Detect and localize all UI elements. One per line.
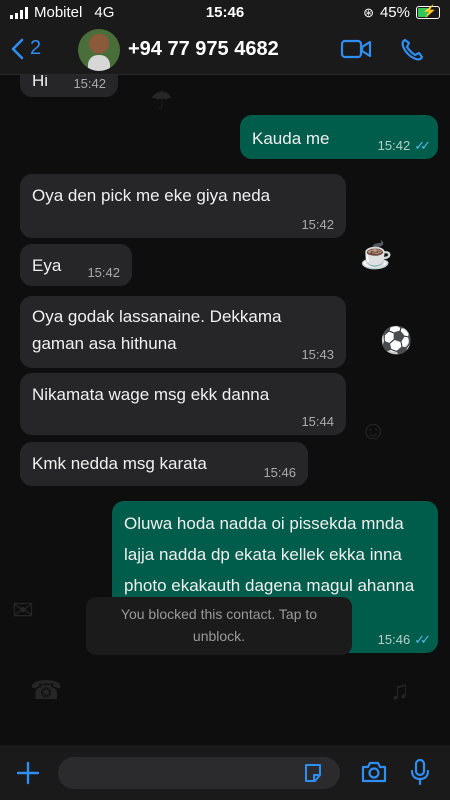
message-time: 15:43 [301,347,334,362]
back-button[interactable]: 2 [10,37,41,60]
unread-count: 2 [30,37,42,59]
status-bar: Mobitel 4G 15:46 ⊛ 45% ⚡ [0,0,450,26]
message-time: 15:42 [73,76,106,91]
avatar[interactable] [78,29,120,71]
message-incoming[interactable]: Eya 15:42 [20,244,132,286]
wallpaper-doodle: ✉ [12,595,34,625]
composer-bar [0,745,450,800]
message-text: Kmk nedda msg karata [32,454,207,473]
contact-name[interactable]: +94 77 975 4682 [128,38,279,61]
video-call-icon[interactable] [340,38,372,60]
message-text: Oya den pick me eke giya neda [32,186,271,205]
read-receipt-icon: ✓✓ [414,632,431,647]
wallpaper-doodle: ☂ [150,85,174,115]
message-incoming[interactable]: Kmk nedda msg karata 15:46 [20,442,308,486]
message-text: Oya godak lassanaine. Dekkama gaman asa … [32,307,282,353]
message-time: 15:44 [301,414,334,429]
message-text: Nikamata wage msg ekk danna [32,385,270,404]
battery-percent: 45% [379,4,410,21]
wallpaper-doodle: ♫ [390,675,410,705]
message-incoming[interactable]: Nikamata wage msg ekk danna 15:44 [20,373,346,435]
wallpaper-doodle: ☕ [360,240,393,270]
sticker-icon[interactable] [303,763,323,783]
wallpaper-doodle: ☎ [30,675,63,705]
message-input[interactable] [58,757,340,789]
chat-area[interactable]: ☂ ☕ ⚽ ✉ ☎ ♫ ☺ Hi 15:42 Kauda me 15:42 ✓✓ … [0,75,450,745]
message-incoming[interactable]: Hi 15:42 [20,75,118,97]
plus-icon[interactable] [16,761,40,785]
read-receipt-icon: ✓✓ [414,138,431,153]
message-text: Hi [32,75,49,90]
message-time: 15:46 [263,465,296,480]
message-incoming[interactable]: Oya godak lassanaine. Dekkama gaman asa … [20,296,346,368]
message-outgoing[interactable]: Kauda me 15:42 ✓✓ [240,115,438,159]
wallpaper-doodle: ⚽ [380,325,413,355]
blocked-contact-notice[interactable]: You blocked this contact. Tap to unblock… [86,597,352,655]
message-time: 15:46 [377,632,411,647]
microphone-icon[interactable] [410,758,430,786]
battery-icon: ⚡ [416,4,440,19]
message-time: 15:42 [301,217,334,232]
message-incoming[interactable]: Oya den pick me eke giya neda 15:42 [20,174,346,238]
orientation-lock-icon: ⊛ [363,4,374,20]
wallpaper-doodle: ☺ [360,415,387,445]
camera-icon[interactable] [360,760,388,784]
message-time: 15:42 [377,138,411,153]
message-text: Eya [32,256,62,275]
message-text: Kauda me [252,129,330,148]
message-time: 15:42 [87,265,120,280]
chat-header: 2 +94 77 975 4682 [0,26,450,75]
phone-call-icon[interactable] [400,38,426,62]
chevron-left-icon [11,38,24,59]
